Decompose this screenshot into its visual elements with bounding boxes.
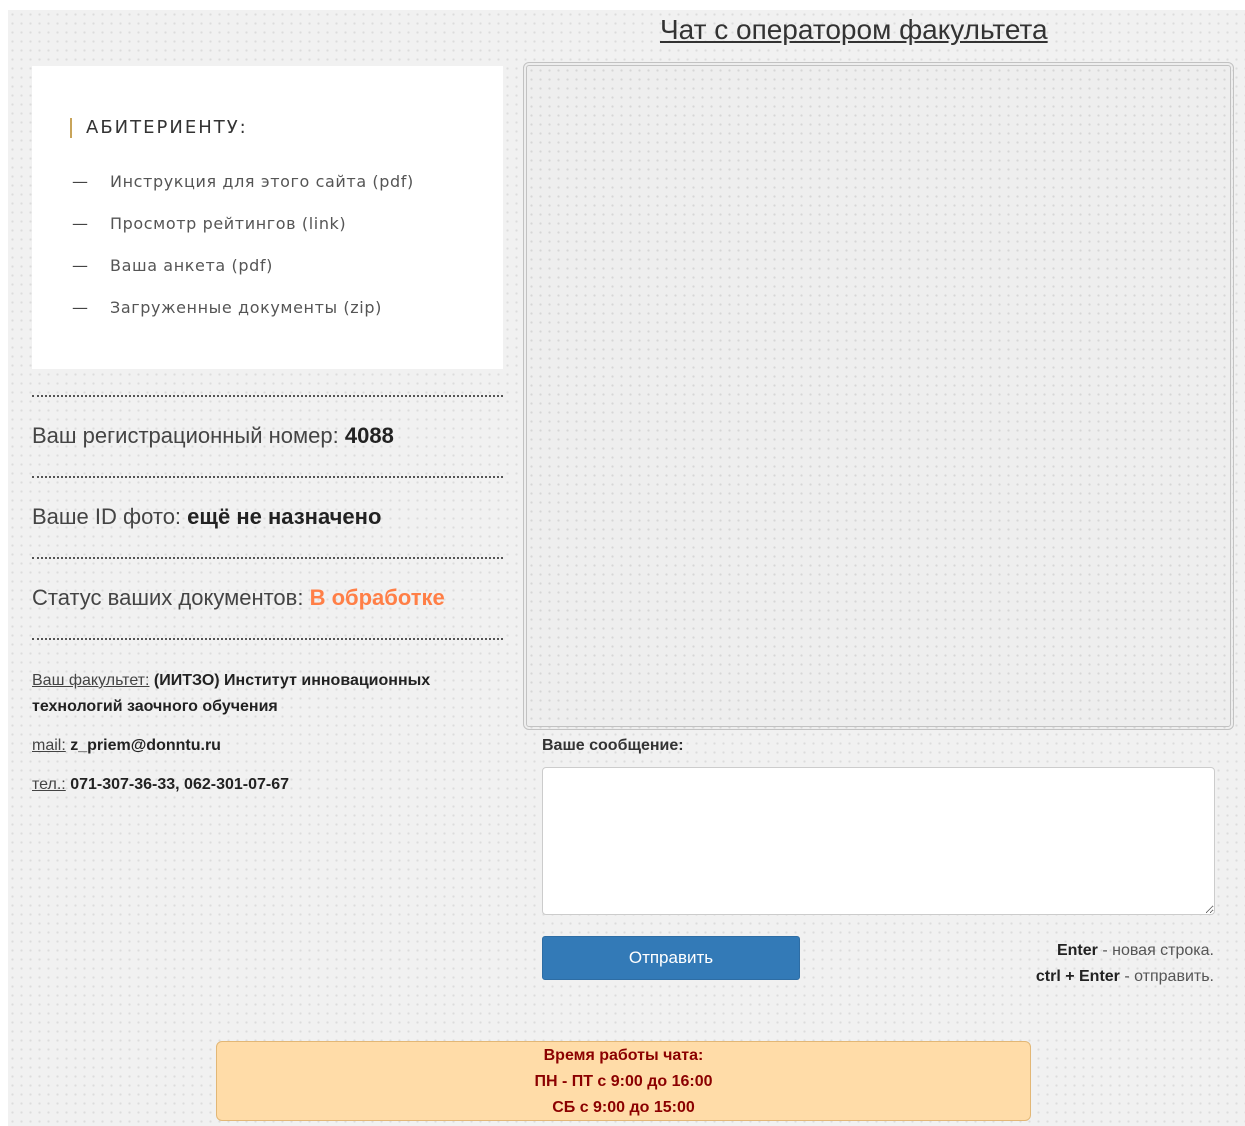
status-label: Статус ваших документов: (32, 585, 310, 610)
menu-item-label[interactable]: Загруженные документы (zip) (110, 298, 382, 317)
hours-title: Время работы чата: (543, 1047, 704, 1064)
keyboard-hints: Enter - новая строка. ctrl + Enter - отп… (1036, 938, 1214, 990)
dash-icon: — (72, 298, 89, 317)
hint-text: - новая строка. (1097, 942, 1214, 959)
menu-item-questionnaire[interactable]: — Ваша анкета (pdf) (72, 254, 414, 296)
menu-item-instruction[interactable]: — Инструкция для этого сайта (pdf) (72, 170, 414, 212)
menu-heading: АБИТЕРИЕНТУ: (70, 118, 248, 138)
dash-icon: — (72, 172, 89, 191)
status-badge: В обработке (309, 585, 445, 610)
registration-number: Ваш регистрационный номер: 4088 (32, 423, 394, 449)
menu-item-label[interactable]: Просмотр рейтингов (link) (110, 214, 346, 233)
divider (32, 557, 503, 559)
hint-key: ctrl + Enter (1035, 968, 1120, 985)
divider (32, 395, 503, 397)
documents-status: Статус ваших документов: В обработке (32, 585, 445, 611)
menu-item-label[interactable]: Инструкция для этого сайта (pdf) (110, 172, 414, 191)
phone-link[interactable]: тел.: (32, 776, 66, 793)
hours-weekdays: ПН - ПТ с 9:00 до 16:00 (534, 1073, 713, 1090)
menu-item-documents[interactable]: — Загруженные документы (zip) (72, 296, 414, 338)
mail-value: z_priem@donntu.ru (65, 737, 221, 754)
send-button[interactable]: Отправить (542, 936, 800, 980)
dash-icon: — (72, 214, 89, 233)
phone-info: тел.: 071-307-36-33, 062-301-07-67 (32, 772, 502, 798)
mail-link[interactable]: mail: (32, 737, 66, 754)
hint-key: Enter (1056, 942, 1098, 959)
divider (32, 476, 503, 478)
hint-text: - отправить. (1119, 968, 1214, 985)
message-label: Ваше сообщение: (542, 737, 684, 754)
phone-value: 071-307-36-33, 062-301-07-67 (65, 776, 290, 793)
chat-title[interactable]: Чат с оператором факультета (660, 14, 1048, 46)
dash-icon: — (72, 256, 89, 275)
registration-label: Ваш регистрационный номер: (32, 423, 345, 448)
hours-saturday: СБ с 9:00 до 15:00 (552, 1099, 695, 1116)
chat-hours-notice: Время работы чата: ПН - ПТ с 9:00 до 16:… (216, 1041, 1031, 1121)
menu-item-label[interactable]: Ваша анкета (pdf) (110, 256, 273, 275)
photo-id: Ваше ID фото: ещё не назначено (32, 504, 381, 530)
photo-id-label: Ваше ID фото: (32, 504, 188, 529)
menu-item-ratings[interactable]: — Просмотр рейтингов (link) (72, 212, 414, 254)
faculty-info: Ваш факультет: (ИИТЗО) Институт инноваци… (32, 668, 502, 720)
chat-messages-window[interactable] (523, 62, 1234, 730)
photo-id-value: ещё не назначено (187, 504, 382, 529)
applicant-menu: АБИТЕРИЕНТУ: — Инструкция для этого сайта… (32, 66, 503, 369)
menu-list: — Инструкция для этого сайта (pdf) — Просм… (72, 170, 414, 338)
divider (32, 638, 503, 640)
mail-info: mail: z_priem@donntu.ru (32, 733, 502, 759)
hint-newline: Enter - новая строка. (1036, 938, 1214, 964)
faculty-link[interactable]: Ваш факультет: (32, 672, 149, 689)
message-input[interactable] (542, 767, 1215, 915)
registration-value: 4088 (344, 423, 394, 448)
hint-send: ctrl + Enter - отправить. (1036, 964, 1214, 990)
